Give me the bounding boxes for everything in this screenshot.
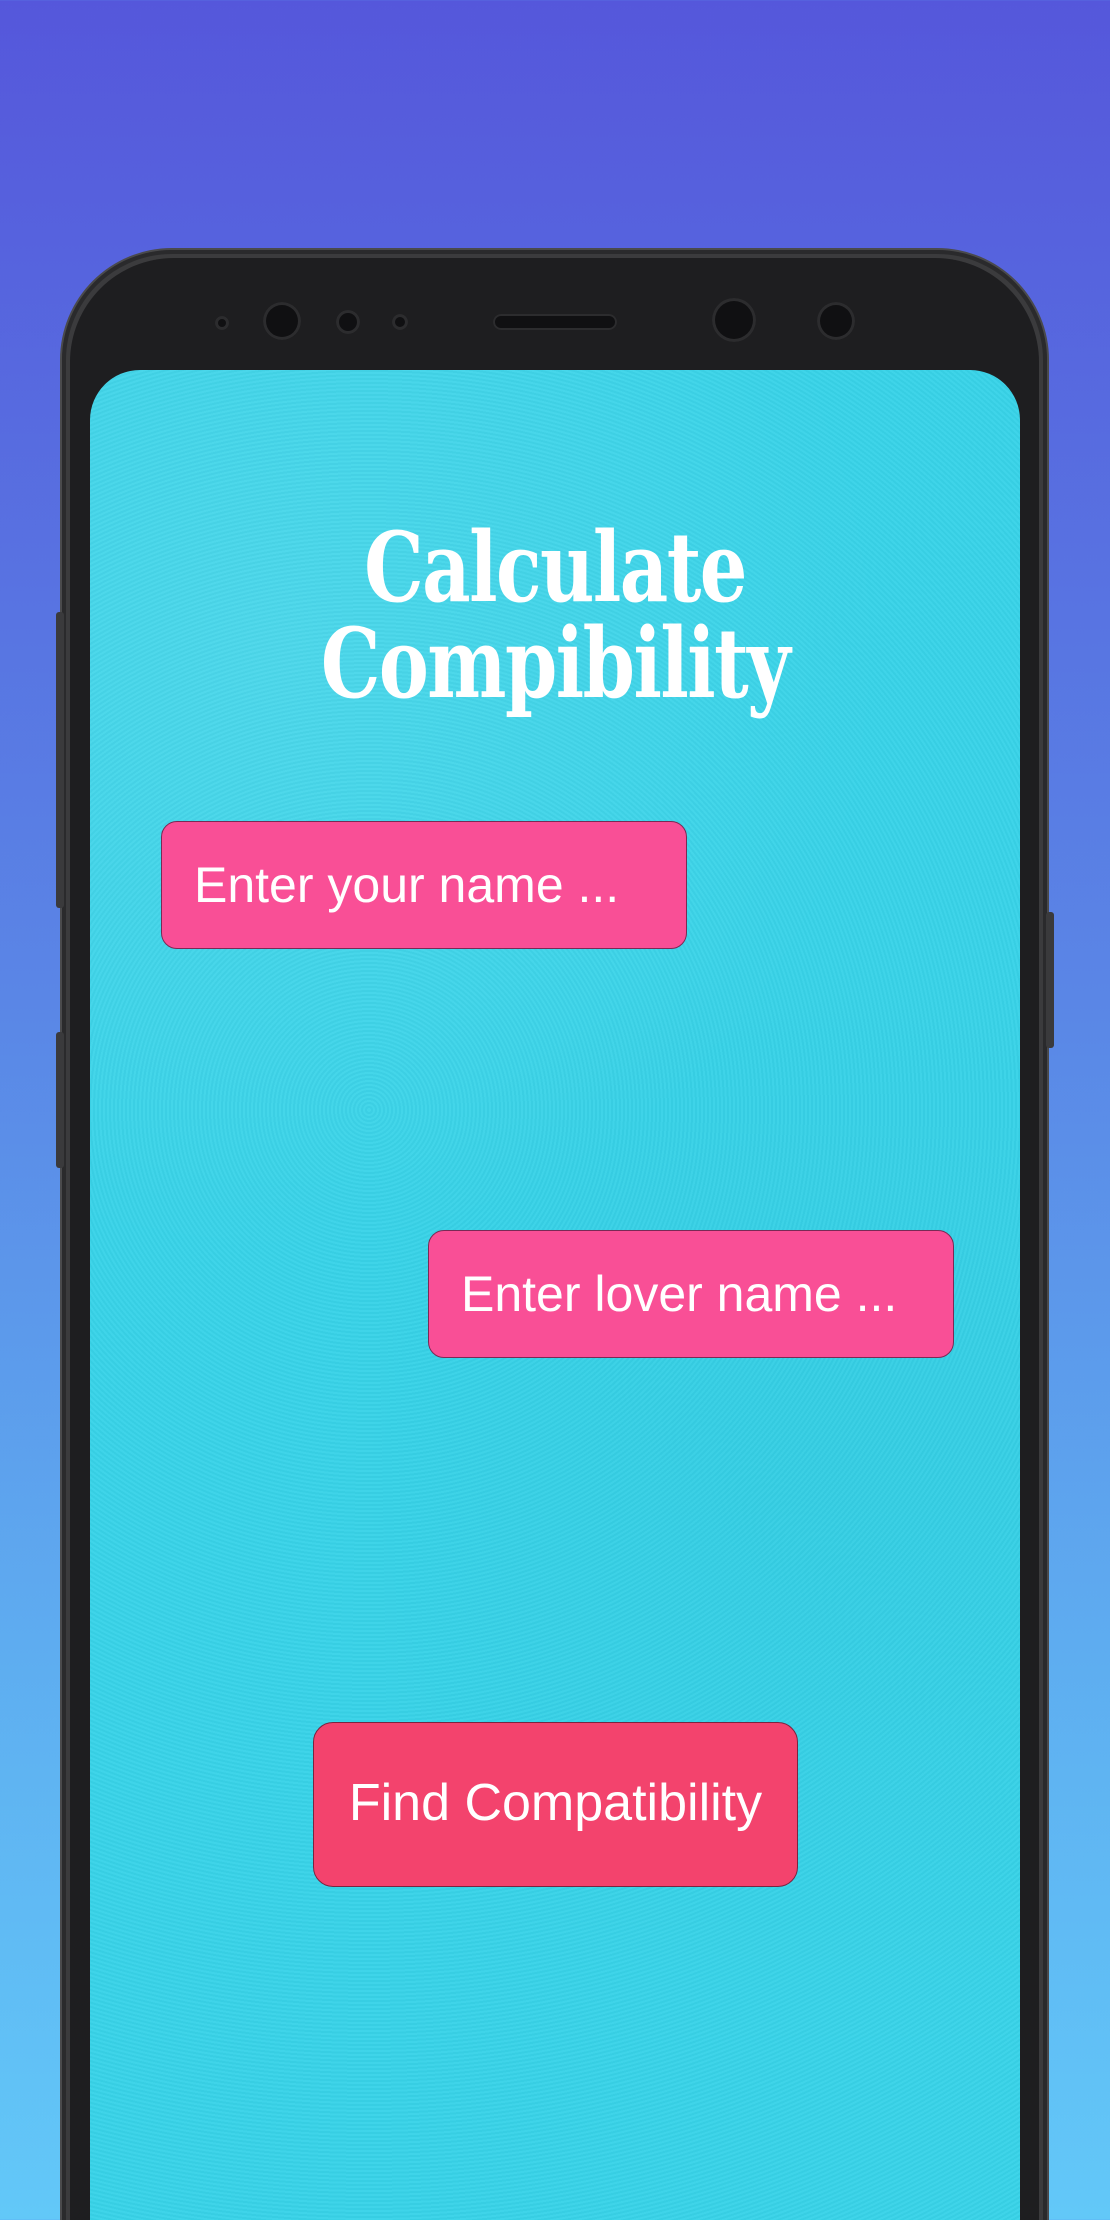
secondary-camera-icon bbox=[817, 302, 855, 340]
lover-name-input[interactable] bbox=[428, 1230, 954, 1358]
front-camera-icon bbox=[263, 302, 301, 340]
front-sensor-icon bbox=[215, 316, 229, 330]
find-compatibility-button[interactable]: Find Compatibility bbox=[313, 1722, 798, 1887]
phone-side-button-left-top bbox=[56, 612, 64, 908]
your-name-input[interactable] bbox=[161, 821, 687, 949]
ambient-light-sensor-icon bbox=[392, 314, 408, 330]
page-title: Calculate Compibility bbox=[320, 511, 791, 720]
phone-side-button-right bbox=[1046, 912, 1054, 1048]
proximity-sensor-icon bbox=[336, 310, 360, 334]
earpiece-speaker bbox=[493, 314, 617, 330]
phone-side-button-left-bottom bbox=[56, 1032, 64, 1168]
iris-scanner-icon bbox=[712, 298, 756, 342]
app-screen: Calculate Compibility Find Compatibility bbox=[90, 370, 1020, 2220]
